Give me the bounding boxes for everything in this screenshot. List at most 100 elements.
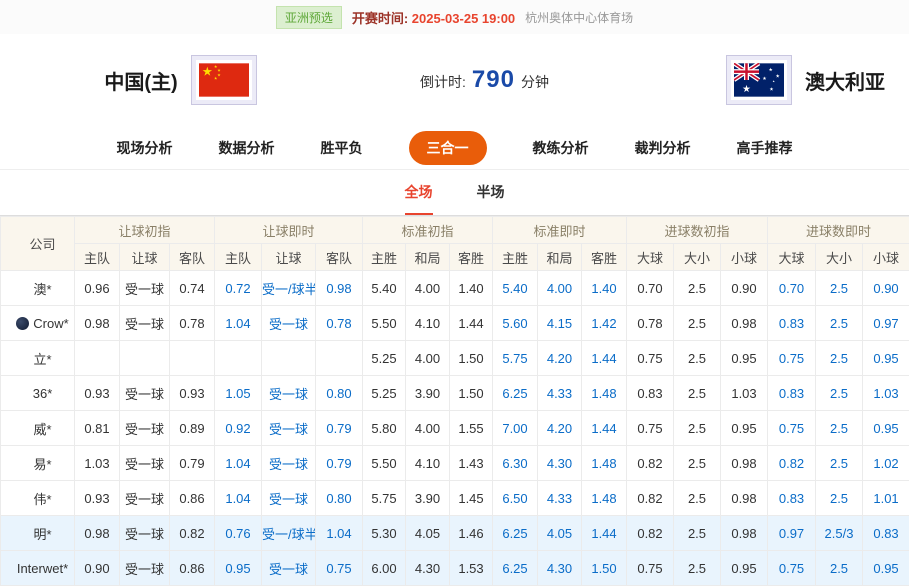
match-header: 中国(主) 倒计时: 790 分钟 xyxy=(0,34,909,126)
column-header: 和局 xyxy=(538,244,582,271)
odds-cell: 4.00 xyxy=(406,271,450,306)
odds-cell: 2.5 xyxy=(674,516,721,551)
odds-cell: 4.05 xyxy=(406,516,450,551)
nav-tab-live-analysis[interactable]: 现场分析 xyxy=(117,138,173,158)
away-team-name: 澳大利亚 xyxy=(805,66,885,95)
odds-cell: 0.78 xyxy=(316,306,363,341)
odds-cell: 0.90 xyxy=(863,271,909,306)
odds-cell: 4.15 xyxy=(538,306,582,341)
odds-cell: 0.82 xyxy=(627,516,674,551)
odds-cell: 0.75 xyxy=(768,411,816,446)
company-cell[interactable]: 威* xyxy=(1,411,75,446)
column-header: 主胜 xyxy=(363,244,406,271)
odds-cell: 4.05 xyxy=(538,516,582,551)
period-subnav: 全场半场 xyxy=(0,170,909,216)
odds-cell: 6.25 xyxy=(493,551,538,586)
nav-tab-expert-picks[interactable]: 高手推荐 xyxy=(737,138,793,158)
odds-table-body: 澳*0.96受一球0.740.72受一/球半0.985.404.001.405.… xyxy=(1,271,909,586)
odds-cell: 2.5 xyxy=(674,306,721,341)
odds-cell: 4.00 xyxy=(406,411,450,446)
odds-cell: 受一球 xyxy=(120,306,170,341)
odds-cell: 0.98 xyxy=(75,306,120,341)
odds-cell: 5.40 xyxy=(493,271,538,306)
main-nav: 现场分析 数据分析 胜平负 三合一 教练分析 裁判分析 高手推荐 xyxy=(0,126,909,170)
odds-cell: 1.03 xyxy=(75,446,120,481)
league-badge: 亚洲预选 xyxy=(276,6,342,29)
odds-cell: 3.90 xyxy=(406,376,450,411)
home-team: 中国(主) xyxy=(0,56,360,104)
company-cell[interactable]: 伟* xyxy=(1,481,75,516)
odds-cell: 1.50 xyxy=(450,341,493,376)
odds-cell: 6.00 xyxy=(363,551,406,586)
odds-cell: 2.5 xyxy=(674,446,721,481)
column-header: 主队 xyxy=(75,244,120,271)
column-header: 客队 xyxy=(316,244,363,271)
odds-cell: 5.60 xyxy=(493,306,538,341)
column-header: 小球 xyxy=(721,244,768,271)
odds-cell: 1.55 xyxy=(450,411,493,446)
odds-cell: 0.93 xyxy=(170,376,215,411)
odds-cell: 2.5 xyxy=(816,271,863,306)
kickoff-label: 开赛时间: xyxy=(352,11,408,26)
odds-cell: 0.80 xyxy=(316,376,363,411)
nav-tab-win-draw-lose[interactable]: 胜平负 xyxy=(321,138,363,158)
odds-cell: 0.81 xyxy=(75,411,120,446)
subnav-tab-half-match[interactable]: 半场 xyxy=(477,170,505,215)
odds-cell: 0.75 xyxy=(627,411,674,446)
odds-cell: 0.79 xyxy=(170,446,215,481)
odds-cell: 1.53 xyxy=(450,551,493,586)
odds-cell: 0.82 xyxy=(627,481,674,516)
column-header: 客胜 xyxy=(582,244,627,271)
company-cell[interactable]: Crow* xyxy=(1,306,75,341)
odds-cell: 受一球 xyxy=(120,376,170,411)
table-row: 伟*0.93受一球0.861.04受一球0.805.753.901.456.50… xyxy=(1,481,909,516)
column-header: 客队 xyxy=(170,244,215,271)
odds-cell: 0.95 xyxy=(863,411,909,446)
nav-tab-coach-analysis[interactable]: 教练分析 xyxy=(533,138,589,158)
odds-cell: 1.44 xyxy=(582,411,627,446)
table-row: 易*1.03受一球0.791.04受一球0.795.504.101.436.30… xyxy=(1,446,909,481)
odds-cell: 2.5 xyxy=(816,376,863,411)
group-header-standard-initial: 标准初指 xyxy=(363,217,493,244)
odds-cell: 0.98 xyxy=(721,481,768,516)
china-flag-icon xyxy=(192,56,256,104)
column-header: 大小 xyxy=(816,244,863,271)
table-row: 36*0.93受一球0.931.05受一球0.805.253.901.506.2… xyxy=(1,376,909,411)
odds-cell: 1.03 xyxy=(863,376,909,411)
company-cell[interactable]: 明* xyxy=(1,516,75,551)
odds-cell xyxy=(215,341,262,376)
nav-tab-three-in-one[interactable]: 三合一 xyxy=(409,131,487,165)
away-team: 澳大利亚 xyxy=(549,56,909,104)
countdown-value: 790 xyxy=(472,66,515,94)
odds-cell: 0.95 xyxy=(215,551,262,586)
topbar: 亚洲预选 开赛时间: 2025-03-25 19:00 杭州奥体中心体育场 xyxy=(0,0,909,34)
odds-cell: 0.75 xyxy=(627,551,674,586)
company-cell[interactable]: 立* xyxy=(1,341,75,376)
company-cell[interactable]: Interwet* xyxy=(1,551,75,586)
odds-cell: 1.44 xyxy=(450,306,493,341)
subnav-tab-full-match[interactable]: 全场 xyxy=(405,170,433,215)
odds-cell: 受一球 xyxy=(120,516,170,551)
odds-cell: 0.98 xyxy=(721,306,768,341)
company-cell[interactable]: 36* xyxy=(1,376,75,411)
odds-cell: 2.5 xyxy=(816,411,863,446)
odds-cell: 1.43 xyxy=(450,446,493,481)
odds-cell: 0.72 xyxy=(215,271,262,306)
column-header: 大球 xyxy=(627,244,674,271)
odds-cell: 1.50 xyxy=(450,376,493,411)
odds-cell xyxy=(75,341,120,376)
home-team-name: 中国(主) xyxy=(104,66,177,95)
company-cell[interactable]: 澳* xyxy=(1,271,75,306)
nav-tab-referee-analysis[interactable]: 裁判分析 xyxy=(635,138,691,158)
odds-cell: 1.04 xyxy=(215,446,262,481)
odds-cell: 1.04 xyxy=(215,481,262,516)
kickoff-time: 2025-03-25 19:00 xyxy=(412,11,515,26)
odds-cell: 4.10 xyxy=(406,306,450,341)
odds-cell: 受一球 xyxy=(262,411,316,446)
odds-cell: 0.70 xyxy=(768,271,816,306)
company-cell[interactable]: 易* xyxy=(1,446,75,481)
odds-cell: 0.96 xyxy=(75,271,120,306)
nav-tab-data-analysis[interactable]: 数据分析 xyxy=(219,138,275,158)
column-header: 和局 xyxy=(406,244,450,271)
table-row: 澳*0.96受一球0.740.72受一/球半0.985.404.001.405.… xyxy=(1,271,909,306)
